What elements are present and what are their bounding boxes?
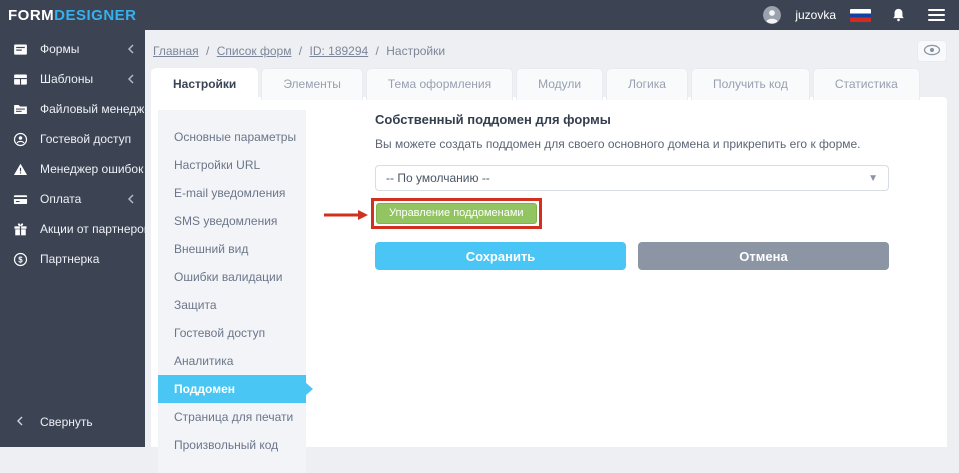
sidebar-item-label: Гостевой доступ: [40, 132, 132, 146]
sidebar-item-guest-access[interactable]: Гостевой доступ: [0, 124, 145, 154]
breadcrumb-link-forms-list[interactable]: Список форм: [217, 44, 292, 58]
sidebar-item-templates[interactable]: Шаблоны: [0, 64, 145, 94]
tab-bar: Настройки Элементы Тема оформления Модул…: [145, 68, 959, 100]
subdomain-select-value: -- По умолчанию --: [386, 171, 490, 185]
error-icon: [12, 161, 28, 177]
tab-modules[interactable]: Модули: [516, 68, 604, 100]
subdomain-select[interactable]: -- По умолчанию -- ▼: [375, 165, 889, 191]
chevron-down-icon: ▼: [868, 172, 878, 184]
breadcrumb-separator: /: [206, 44, 210, 58]
sidebar-item-partner-promos[interactable]: Акции от партнеров: [0, 214, 150, 244]
submenu-item-validation-errors[interactable]: Ошибки валидации: [158, 263, 306, 291]
sidebar-item-file-manager[interactable]: Файловый менеджер: [0, 94, 158, 124]
app-logo[interactable]: FORMDESIGNER: [8, 7, 137, 24]
tab-theme[interactable]: Тема оформления: [365, 68, 514, 100]
annotation-arrow: [324, 208, 368, 226]
chevron-left-icon: [127, 194, 135, 204]
logo-text-form: FORM: [8, 6, 55, 24]
russia-flag-icon[interactable]: [850, 8, 871, 22]
submenu-item-protection[interactable]: Защита: [158, 291, 306, 319]
tab-get-code[interactable]: Получить код: [690, 68, 810, 100]
submenu-item-basic-params[interactable]: Основные параметры: [158, 123, 306, 151]
cancel-button[interactable]: Отмена: [638, 242, 889, 270]
sidebar: Формы Шаблоны Файловый менеджер Гостевой…: [0, 30, 158, 447]
bell-icon[interactable]: [891, 7, 906, 23]
gift-icon: [12, 221, 28, 237]
templates-icon: [12, 71, 28, 87]
submenu-item-print-page[interactable]: Страница для печати: [158, 403, 306, 431]
sidebar-item-label: Менеджер ошибок: [40, 162, 144, 176]
tab-logic[interactable]: Логика: [606, 68, 688, 100]
sidebar-item-label: Партнерка: [40, 252, 100, 266]
submenu-item-custom-code[interactable]: Произвольный код: [158, 431, 306, 459]
logo-text-designer: DESIGNER: [54, 6, 137, 24]
sidebar-item-forms[interactable]: Формы: [0, 34, 145, 64]
username[interactable]: juzovka: [795, 8, 836, 22]
manage-subdomains-button[interactable]: Управление поддоменами: [376, 203, 537, 224]
avatar[interactable]: [763, 6, 782, 24]
form-icon: [12, 41, 28, 57]
sidebar-item-label: Формы: [40, 42, 80, 56]
folder-icon: [12, 101, 28, 117]
partner-icon: $: [12, 251, 28, 267]
sidebar-item-payment[interactable]: Оплата: [0, 184, 145, 214]
sidebar-item-label: Оплата: [40, 192, 82, 206]
breadcrumb-separator: /: [375, 44, 379, 58]
submenu-item-url-settings[interactable]: Настройки URL: [158, 151, 306, 179]
sidebar-item-label: Шаблоны: [40, 72, 94, 86]
sidebar-collapse-button[interactable]: Свернуть: [0, 409, 145, 435]
submenu-item-sms-notifications[interactable]: SMS уведомления: [158, 207, 306, 235]
top-header: FORMDESIGNER juzovka: [0, 0, 959, 30]
subdomain-settings-panel: Собственный поддомен для формы Вы можете…: [306, 97, 947, 447]
sidebar-item-label: Файловый менеджер: [40, 102, 158, 116]
annotation-highlight-box: Управление поддоменами: [371, 198, 542, 229]
payment-icon: [12, 191, 28, 207]
breadcrumb: Главная / Список форм / ID: 189294 / Нас…: [153, 44, 445, 58]
submenu-item-guest-access[interactable]: Гостевой доступ: [158, 319, 306, 347]
submenu-item-email-notifications[interactable]: E-mail уведомления: [158, 179, 306, 207]
breadcrumb-link-home[interactable]: Главная: [153, 44, 199, 58]
save-button[interactable]: Сохранить: [375, 242, 626, 270]
svg-text:$: $: [18, 255, 23, 264]
chevron-left-icon: [127, 74, 135, 84]
breadcrumb-separator: /: [298, 44, 303, 58]
chevron-left-icon: [127, 44, 135, 54]
action-buttons-row: Сохранить Отмена: [375, 242, 889, 270]
main-area: Главная / Список форм / ID: 189294 / Нас…: [145, 30, 959, 473]
tab-elements[interactable]: Элементы: [261, 68, 363, 100]
tab-settings[interactable]: Настройки: [151, 68, 259, 100]
header-user-area: juzovka: [763, 6, 945, 24]
collapse-label: Свернуть: [40, 415, 93, 429]
submenu-item-analytics[interactable]: Аналитика: [158, 347, 306, 375]
submenu-item-subdomain[interactable]: Поддомен: [158, 375, 313, 403]
hamburger-menu-icon[interactable]: [928, 9, 945, 21]
breadcrumb-row: Главная / Список форм / ID: 189294 / Нас…: [145, 30, 959, 68]
settings-card: Основные параметры Настройки URL E-mail …: [151, 97, 947, 473]
chevron-left-icon: [16, 415, 24, 429]
page-title: Собственный поддомен для формы: [375, 112, 611, 127]
guest-icon: [12, 131, 28, 147]
sidebar-item-affiliate[interactable]: $ Партнерка: [0, 244, 145, 274]
sidebar-item-error-manager[interactable]: Менеджер ошибок: [0, 154, 145, 184]
tab-statistics[interactable]: Статистика: [812, 68, 920, 100]
submenu-item-appearance[interactable]: Внешний вид: [158, 235, 306, 263]
preview-eye-button[interactable]: [917, 40, 947, 62]
annotation-wrap: Управление поддоменами: [324, 198, 542, 229]
sidebar-item-label: Акции от партнеров: [40, 222, 151, 236]
breadcrumb-link-form-id[interactable]: ID: 189294: [309, 44, 368, 58]
description-text: Вы можете создать поддомен для своего ос…: [375, 137, 861, 151]
eye-icon: [923, 44, 941, 59]
settings-submenu: Основные параметры Настройки URL E-mail …: [158, 110, 313, 473]
breadcrumb-current: Настройки: [386, 44, 446, 58]
